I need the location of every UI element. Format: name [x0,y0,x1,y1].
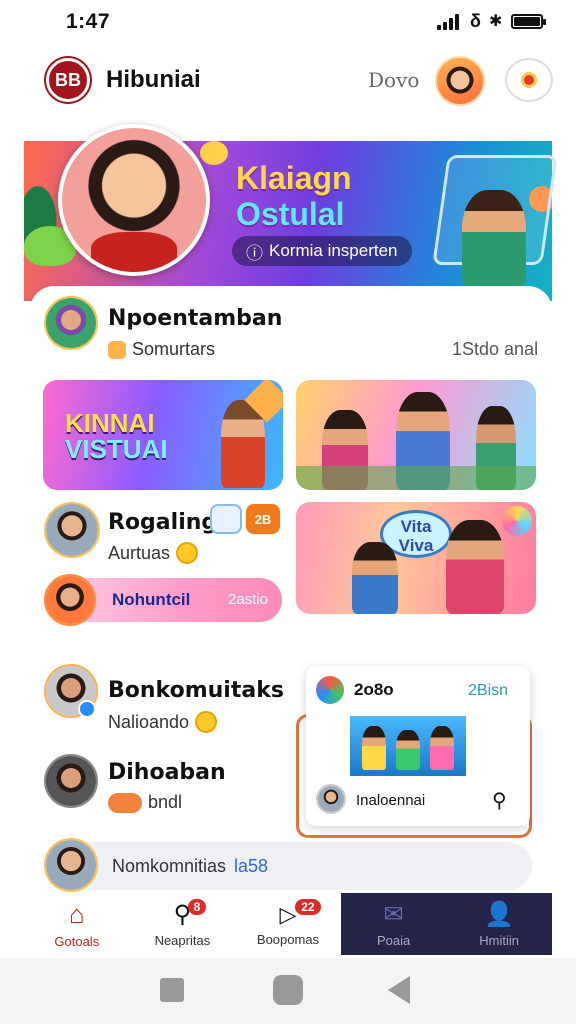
bluetooth-icon: ✱ [489,13,503,30]
home-icon: ⌂ [68,899,85,929]
app-title: Hibuniai [106,66,201,93]
bottom-nav: ⌂ Gotoals ⚲ 8 Neapritas ▷ 22 Boopomas ✉ … [24,893,552,955]
reaction-icons [108,792,142,813]
mini-card-avatar [316,784,346,814]
profile-row-name: Npoentamban [108,306,283,331]
profile-row-avatar[interactable] [44,296,98,350]
row1-badge[interactable]: 2B [246,504,280,534]
nav-item-profile[interactable]: 👤 Hmitiin [446,893,552,955]
mini-card-caption: Inaloennai [356,792,426,809]
mini-card-title: 2o8o [354,680,394,699]
tile-vita-viva[interactable]: Vita Viva [296,502,536,614]
profile-avatar[interactable] [435,56,485,106]
cheering-person-illustration [462,190,526,286]
phone-screen: 1:47 δ ✱ BB Hibuniai Dovo Klaiagn Ostula… [0,0,576,1024]
row3-sub-text: bndl [148,792,183,812]
hero-title: Klaiagn Ostulal [236,160,352,232]
rogaling-avatar[interactable] [44,502,100,558]
search-bar-text: Nomkomnitias [112,856,227,876]
nav-item-home[interactable]: ⌂ Gotoals [24,893,130,955]
mini-card[interactable]: 2o8o 2Bisn Inaloennai ⚲ [306,666,530,826]
search-icon[interactable]: ⚲ [492,788,507,813]
verified-icon [78,700,96,718]
signal-icon [437,14,459,30]
nav-video-badge: 22 [295,899,321,915]
app-logo[interactable]: BB [46,58,90,102]
hero-cta-label: Kormia insperten [269,241,398,260]
profile-row-meta: 1Stdo anal [452,339,539,359]
status-time: 1:47 [66,10,111,33]
row1-sub: Aurtuas [108,542,199,564]
pill-avatar [44,574,96,626]
user-icon: 👤 [484,901,515,928]
profile-row-sub-text: Somurtars [132,339,216,359]
smile-emoji-icon [195,711,218,733]
row2-name: Bonkomuitaks [108,678,284,703]
tile-kinnai-vistuai[interactable]: KINNAI VISTUAI [43,380,283,490]
info-icon: ⓘ [246,243,263,263]
nohuntcil-pill[interactable]: Nohuntcil 2astio [44,574,282,626]
nav-messages-label: Poaia [376,933,411,948]
hero-title-line1: Klaiagn [236,160,352,196]
nav-search-badge: 8 [187,899,207,915]
color-wheel-icon [316,676,344,704]
tile-title-line2: VISTUAI [65,434,168,464]
status-bar: 1:47 δ ✱ [0,0,576,44]
nav-item-video[interactable]: ▷ 22 Boopomas [235,893,341,955]
nav-profile-label: Hmitiin [479,933,520,948]
calendar-icon[interactable] [210,504,242,534]
nav-video-label: Boopomas [256,931,320,947]
row1-sub-text: Aurtuas [108,542,171,563]
row3-avatar[interactable] [44,754,98,808]
header-aux-text[interactable]: Dovo [368,68,419,92]
row2-sub: Nalioando [108,711,218,733]
nav-item-search[interactable]: ⚲ 8 Neapritas [130,893,236,955]
mini-card-meta: 2Bisn [468,682,509,699]
tile-title: KINNAI VISTUAI [65,410,168,462]
row2-sub-text: Nalioando [108,711,190,732]
nav-item-messages[interactable]: ✉ Poaia [340,893,447,955]
row1-name: Rogaling [108,510,218,535]
battery-icon [511,14,546,29]
search-bar-accent: la58 [234,856,269,876]
smile-emoji-icon [176,542,199,564]
search-bar-avatar [44,838,98,892]
notification-icon[interactable] [505,58,553,102]
wifi-icon: δ [470,11,481,31]
tile-celebration[interactable] [296,380,536,490]
back-button[interactable] [388,976,410,1004]
hero-title-line2: Ostulal [236,196,345,232]
home-button[interactable] [273,975,303,1005]
pill-meta: 2astio [228,591,269,608]
mail-icon: ✉ [383,901,404,928]
mini-card-thumbnail [350,716,466,776]
bottom-search-bar[interactable]: Nomkomnitias la58 [44,838,532,892]
nav-home-label: Gotoals [54,934,100,949]
nav-search-label: Neapritas [154,933,211,948]
row3-name: Dihoaban [108,760,226,785]
hero-cta-pill[interactable]: ⓘ Kormia insperten [232,236,412,266]
profile-row-sub: Somurtars [108,339,215,360]
recent-apps-button[interactable] [160,978,184,1002]
tile-title-line1: KINNAI [65,408,155,438]
tag-icon [108,340,126,359]
hero-portrait[interactable] [58,124,210,276]
pill-label: Nohuntcil [112,590,191,609]
video-play-icon: ▷ [279,901,297,927]
row3-sub: bndl [108,792,182,813]
